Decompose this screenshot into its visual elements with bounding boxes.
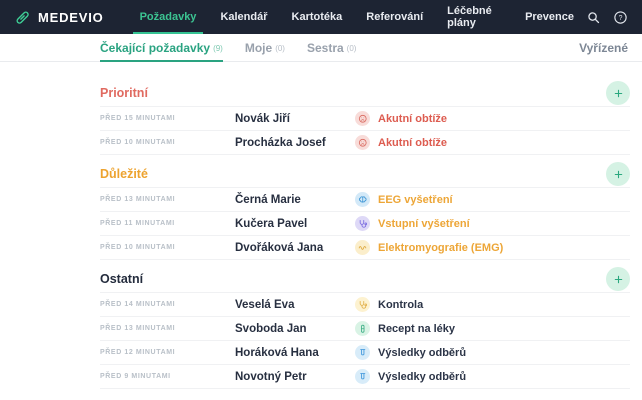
nav-item-referov-n-[interactable]: Referování	[354, 0, 435, 34]
patient-name: Veselá Eva	[235, 299, 355, 311]
request-time: PŘED 13 MINUTAMI	[100, 196, 235, 203]
face-sad-icon	[355, 135, 370, 150]
request-row[interactable]: PŘED 9 MINUTAMINovotný Petr Výsledky odbě…	[100, 364, 630, 388]
request-row[interactable]: PŘED 13 MINUTAMIČerná Marie EEG vyšetření	[100, 187, 630, 211]
request-row[interactable]: PŘED 11 MINUTAMIKučera Pavel Vstupní vyše…	[100, 211, 630, 235]
stethoscope-icon	[355, 216, 370, 231]
nav-item-po-adavky[interactable]: Požadavky	[128, 0, 209, 34]
request-type-label: Akutní obtíže	[378, 113, 447, 125]
request-type-label: Výsledky odběrů	[378, 371, 466, 383]
tab--ekaj-c-po-adavky[interactable]: Čekající požadavky(9)	[100, 34, 223, 62]
nav-item-prevence[interactable]: Prevence	[513, 0, 586, 34]
section-title: Ostatní	[100, 272, 143, 286]
patient-name: Dvořáková Jana	[235, 242, 355, 254]
patient-name: Kučera Pavel	[235, 218, 355, 230]
brand-logo[interactable]: MEDEVIO	[14, 9, 104, 26]
request-time: PŘED 15 MINUTAMI	[100, 115, 235, 122]
patient-name: Novák Jiří	[235, 113, 355, 125]
test-tube-icon	[355, 369, 370, 384]
nav-item-kalend-[interactable]: Kalendář	[208, 0, 279, 34]
request-type-label: Výsledky odběrů	[378, 347, 466, 359]
request-type-label: Kontrola	[378, 299, 423, 311]
request-time: PŘED 13 MINUTAMI	[100, 325, 235, 332]
add-request-button[interactable]	[606, 267, 630, 291]
patient-name: Novotný Petr	[235, 371, 355, 383]
section-header: Ostatní	[100, 266, 630, 292]
brand-name: MEDEVIO	[38, 10, 104, 25]
section-header: Důležité	[100, 161, 630, 187]
help-icon[interactable]: ?	[613, 10, 628, 25]
header-icons: ?	[586, 10, 628, 25]
app-header: MEDEVIO PožadavkyKalendářKartotékaRefero…	[0, 0, 642, 34]
wave-icon	[355, 240, 370, 255]
tab-sestra[interactable]: Sestra(0)	[307, 34, 356, 62]
request-time: PŘED 9 MINUTAMI	[100, 373, 235, 380]
request-row[interactable]: PŘED 15 MINUTAMINovák Jiří Akutní obtíže	[100, 106, 630, 130]
main-nav: PožadavkyKalendářKartotékaReferováníLéče…	[128, 0, 586, 34]
brain-icon	[355, 192, 370, 207]
request-time: PŘED 11 MINUTAMI	[100, 220, 235, 227]
request-row[interactable]: PŘED 12 MINUTAMIHoráková Hana Výsledky od…	[100, 340, 630, 364]
search-icon[interactable]	[586, 10, 601, 25]
nav-item-l-ebn-pl-ny[interactable]: Léčebné plány	[435, 0, 513, 34]
section-title: Prioritní	[100, 86, 148, 100]
patient-name: Svoboda Jan	[235, 323, 355, 335]
section-ostatn-: Ostatní PŘED 14 MINUTAMIVeselá Eva Kontrol…	[100, 266, 630, 389]
section-header: Prioritní	[100, 80, 630, 106]
patient-name: Horáková Hana	[235, 347, 355, 359]
request-time: PŘED 10 MINUTAMI	[100, 139, 235, 146]
request-row[interactable]: PŘED 13 MINUTAMISvoboda Jan Recept na lék…	[100, 316, 630, 340]
request-type-label: Recept na léky	[378, 323, 455, 335]
request-type-label: Akutní obtíže	[378, 137, 447, 149]
nav-item-kartot-ka[interactable]: Kartotéka	[280, 0, 355, 34]
pill-logo-icon	[14, 9, 31, 26]
request-row[interactable]: PŘED 10 MINUTAMIDvořáková Jana Elektromyo…	[100, 235, 630, 259]
request-type-label: EEG vyšetření	[378, 194, 453, 206]
tab-count: (0)	[347, 44, 357, 53]
request-time: PŘED 10 MINUTAMI	[100, 244, 235, 251]
svg-text:?: ?	[619, 15, 623, 22]
request-type-label: Elektromyografie (EMG)	[378, 242, 503, 254]
tab-moje[interactable]: Moje(0)	[245, 34, 285, 62]
request-row[interactable]: PŘED 14 MINUTAMIVeselá Eva Kontrola	[100, 292, 630, 316]
face-sad-icon	[355, 111, 370, 126]
section-prioritn-: Prioritní PŘED 15 MINUTAMINovák Jiří Akutn…	[100, 80, 630, 155]
request-time: PŘED 14 MINUTAMI	[100, 301, 235, 308]
add-request-button[interactable]	[606, 81, 630, 105]
section-d-le-it-: Důležité PŘED 13 MINUTAMIČerná Marie EEG v…	[100, 161, 630, 260]
patient-name: Procházka Josef	[235, 137, 355, 149]
request-list: Prioritní PŘED 15 MINUTAMINovák Jiří Akutn…	[0, 80, 642, 389]
stethoscope-icon	[355, 297, 370, 312]
plus-icon	[613, 274, 624, 285]
tab-label: Moje	[245, 41, 272, 55]
request-time: PŘED 12 MINUTAMI	[100, 349, 235, 356]
test-tube-icon	[355, 345, 370, 360]
pill-icon	[355, 321, 370, 336]
request-row[interactable]: PŘED 10 MINUTAMIProcházka Josef Akutní ob…	[100, 130, 630, 154]
tab-count: (9)	[213, 44, 223, 53]
resolved-link[interactable]: Vyřízené	[579, 41, 628, 55]
section-title: Důležité	[100, 167, 148, 181]
tab-label: Sestra	[307, 41, 344, 55]
patient-name: Černá Marie	[235, 194, 355, 206]
request-type-label: Vstupní vyšetření	[378, 218, 470, 230]
tab-bar: Čekající požadavky(9)Moje(0)Sestra(0)Vyř…	[0, 34, 642, 62]
tab-count: (0)	[275, 44, 285, 53]
plus-icon	[613, 88, 624, 99]
plus-icon	[613, 169, 624, 180]
tab-label: Čekající požadavky	[100, 41, 210, 55]
add-request-button[interactable]	[606, 162, 630, 186]
